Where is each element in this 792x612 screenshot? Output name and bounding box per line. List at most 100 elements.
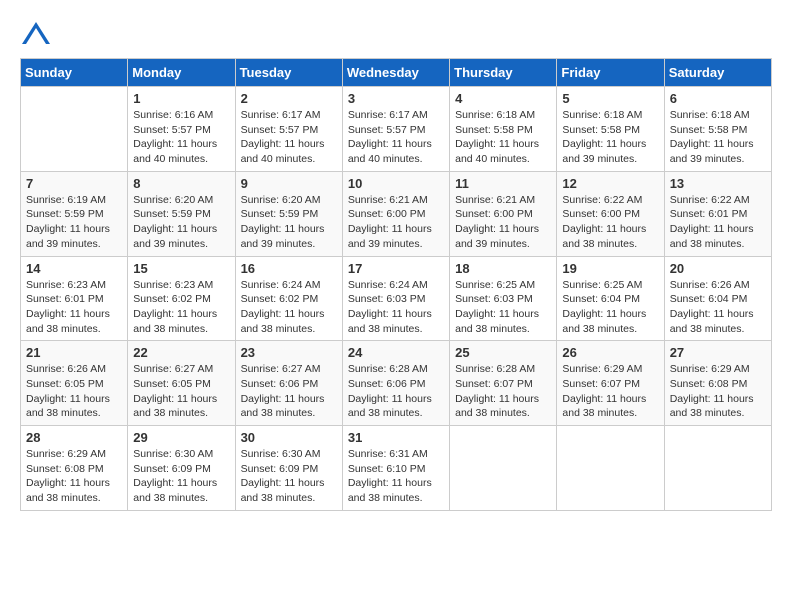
day-info: Sunrise: 6:30 AM Sunset: 6:09 PM Dayligh… — [241, 447, 337, 506]
calendar-cell: 31 Sunrise: 6:31 AM Sunset: 6:10 PM Dayli… — [342, 426, 449, 511]
calendar-cell: 26Sunrise: 6:29 AM Sunset: 6:07 PM Dayli… — [557, 341, 664, 426]
calendar-cell: 29 Sunrise: 6:30 AM Sunset: 6:09 PM Dayli… — [128, 426, 235, 511]
day-number: 9 — [241, 176, 337, 191]
calendar-table: SundayMondayTuesdayWednesdayThursdayFrid… — [20, 58, 772, 511]
day-info: Sunrise: 6:29 AM Sunset: 6:08 PM Dayligh… — [670, 362, 766, 421]
day-number: 18 — [455, 261, 551, 276]
calendar-week-3: 14 Sunrise: 6:23 AM Sunset: 6:01 PM Dayli… — [21, 256, 772, 341]
calendar-header-row: SundayMondayTuesdayWednesdayThursdayFrid… — [21, 59, 772, 87]
day-number: 15 — [133, 261, 229, 276]
day-number: 14 — [26, 261, 122, 276]
day-info: Sunrise: 6:31 AM Sunset: 6:10 PM Dayligh… — [348, 447, 444, 506]
day-info: Sunrise: 6:29 AM Sunset: 6:08 PM Dayligh… — [26, 447, 122, 506]
day-info: Sunrise: 6:28 AM Sunset: 6:07 PM Dayligh… — [455, 362, 551, 421]
day-number: 1 — [133, 91, 229, 106]
calendar-cell: 11 Sunrise: 6:21 AM Sunset: 6:00 PM Dayli… — [450, 171, 557, 256]
day-number: 22 — [133, 345, 229, 360]
calendar-cell: 30 Sunrise: 6:30 AM Sunset: 6:09 PM Dayli… — [235, 426, 342, 511]
calendar-cell: 3 Sunrise: 6:17 AM Sunset: 5:57 PM Daylig… — [342, 87, 449, 172]
day-info: Sunrise: 6:28 AM Sunset: 6:06 PM Dayligh… — [348, 362, 444, 421]
day-info: Sunrise: 6:18 AM Sunset: 5:58 PM Dayligh… — [562, 108, 658, 167]
calendar-cell: 8 Sunrise: 6:20 AM Sunset: 5:59 PM Daylig… — [128, 171, 235, 256]
day-number: 10 — [348, 176, 444, 191]
day-number: 23 — [241, 345, 337, 360]
day-info: Sunrise: 6:25 AM Sunset: 6:04 PM Dayligh… — [562, 278, 658, 337]
calendar-cell: 10Sunrise: 6:21 AM Sunset: 6:00 PM Dayli… — [342, 171, 449, 256]
day-number: 31 — [348, 430, 444, 445]
day-number: 11 — [455, 176, 551, 191]
day-info: Sunrise: 6:27 AM Sunset: 6:05 PM Dayligh… — [133, 362, 229, 421]
calendar-week-4: 21Sunrise: 6:26 AM Sunset: 6:05 PM Dayli… — [21, 341, 772, 426]
day-info: Sunrise: 6:19 AM Sunset: 5:59 PM Dayligh… — [26, 193, 122, 252]
day-number: 5 — [562, 91, 658, 106]
calendar-cell: 16 Sunrise: 6:24 AM Sunset: 6:02 PM Dayli… — [235, 256, 342, 341]
day-number: 16 — [241, 261, 337, 276]
day-info: Sunrise: 6:20 AM Sunset: 5:59 PM Dayligh… — [241, 193, 337, 252]
day-number: 3 — [348, 91, 444, 106]
calendar-cell: 12Sunrise: 6:22 AM Sunset: 6:00 PM Dayli… — [557, 171, 664, 256]
day-info: Sunrise: 6:20 AM Sunset: 5:59 PM Dayligh… — [133, 193, 229, 252]
column-header-friday: Friday — [557, 59, 664, 87]
day-info: Sunrise: 6:17 AM Sunset: 5:57 PM Dayligh… — [348, 108, 444, 167]
day-number: 25 — [455, 345, 551, 360]
calendar-cell — [664, 426, 771, 511]
calendar-cell: 1 Sunrise: 6:16 AM Sunset: 5:57 PM Daylig… — [128, 87, 235, 172]
day-number: 17 — [348, 261, 444, 276]
calendar-cell: 14 Sunrise: 6:23 AM Sunset: 6:01 PM Dayli… — [21, 256, 128, 341]
day-info: Sunrise: 6:24 AM Sunset: 6:03 PM Dayligh… — [348, 278, 444, 337]
day-number: 4 — [455, 91, 551, 106]
calendar-week-5: 28 Sunrise: 6:29 AM Sunset: 6:08 PM Dayli… — [21, 426, 772, 511]
calendar-cell: 5 Sunrise: 6:18 AM Sunset: 5:58 PM Daylig… — [557, 87, 664, 172]
day-info: Sunrise: 6:25 AM Sunset: 6:03 PM Dayligh… — [455, 278, 551, 337]
day-number: 7 — [26, 176, 122, 191]
column-header-saturday: Saturday — [664, 59, 771, 87]
day-number: 29 — [133, 430, 229, 445]
calendar-cell: 25 Sunrise: 6:28 AM Sunset: 6:07 PM Dayli… — [450, 341, 557, 426]
day-info: Sunrise: 6:23 AM Sunset: 6:01 PM Dayligh… — [26, 278, 122, 337]
day-info: Sunrise: 6:18 AM Sunset: 5:58 PM Dayligh… — [670, 108, 766, 167]
column-header-thursday: Thursday — [450, 59, 557, 87]
calendar-cell: 22 Sunrise: 6:27 AM Sunset: 6:05 PM Dayli… — [128, 341, 235, 426]
day-info: Sunrise: 6:24 AM Sunset: 6:02 PM Dayligh… — [241, 278, 337, 337]
day-number: 28 — [26, 430, 122, 445]
day-info: Sunrise: 6:23 AM Sunset: 6:02 PM Dayligh… — [133, 278, 229, 337]
day-number: 13 — [670, 176, 766, 191]
day-number: 2 — [241, 91, 337, 106]
day-number: 30 — [241, 430, 337, 445]
column-header-monday: Monday — [128, 59, 235, 87]
calendar-cell: 20 Sunrise: 6:26 AM Sunset: 6:04 PM Dayli… — [664, 256, 771, 341]
calendar-cell: 24 Sunrise: 6:28 AM Sunset: 6:06 PM Dayli… — [342, 341, 449, 426]
column-header-wednesday: Wednesday — [342, 59, 449, 87]
day-info: Sunrise: 6:18 AM Sunset: 5:58 PM Dayligh… — [455, 108, 551, 167]
day-info: Sunrise: 6:22 AM Sunset: 6:01 PM Dayligh… — [670, 193, 766, 252]
day-number: 12 — [562, 176, 658, 191]
calendar-cell: 19Sunrise: 6:25 AM Sunset: 6:04 PM Dayli… — [557, 256, 664, 341]
day-info: Sunrise: 6:16 AM Sunset: 5:57 PM Dayligh… — [133, 108, 229, 167]
day-number: 20 — [670, 261, 766, 276]
calendar-cell: 7 Sunrise: 6:19 AM Sunset: 5:59 PM Daylig… — [21, 171, 128, 256]
calendar-cell: 2 Sunrise: 6:17 AM Sunset: 5:57 PM Daylig… — [235, 87, 342, 172]
column-header-sunday: Sunday — [21, 59, 128, 87]
column-header-tuesday: Tuesday — [235, 59, 342, 87]
day-number: 26 — [562, 345, 658, 360]
day-info: Sunrise: 6:26 AM Sunset: 6:04 PM Dayligh… — [670, 278, 766, 337]
page-header — [20, 20, 772, 48]
calendar-cell — [21, 87, 128, 172]
calendar-cell: 23Sunrise: 6:27 AM Sunset: 6:06 PM Dayli… — [235, 341, 342, 426]
calendar-cell — [450, 426, 557, 511]
day-info: Sunrise: 6:17 AM Sunset: 5:57 PM Dayligh… — [241, 108, 337, 167]
logo-icon — [20, 20, 52, 48]
day-info: Sunrise: 6:21 AM Sunset: 6:00 PM Dayligh… — [455, 193, 551, 252]
calendar-week-1: 1 Sunrise: 6:16 AM Sunset: 5:57 PM Daylig… — [21, 87, 772, 172]
calendar-week-2: 7 Sunrise: 6:19 AM Sunset: 5:59 PM Daylig… — [21, 171, 772, 256]
calendar-cell: 9 Sunrise: 6:20 AM Sunset: 5:59 PM Daylig… — [235, 171, 342, 256]
day-number: 8 — [133, 176, 229, 191]
day-number: 24 — [348, 345, 444, 360]
calendar-cell: 17 Sunrise: 6:24 AM Sunset: 6:03 PM Dayli… — [342, 256, 449, 341]
calendar-cell: 28 Sunrise: 6:29 AM Sunset: 6:08 PM Dayli… — [21, 426, 128, 511]
day-number: 6 — [670, 91, 766, 106]
calendar-cell: 13 Sunrise: 6:22 AM Sunset: 6:01 PM Dayli… — [664, 171, 771, 256]
calendar-cell: 15 Sunrise: 6:23 AM Sunset: 6:02 PM Dayli… — [128, 256, 235, 341]
calendar-cell: 4 Sunrise: 6:18 AM Sunset: 5:58 PM Daylig… — [450, 87, 557, 172]
day-info: Sunrise: 6:30 AM Sunset: 6:09 PM Dayligh… — [133, 447, 229, 506]
